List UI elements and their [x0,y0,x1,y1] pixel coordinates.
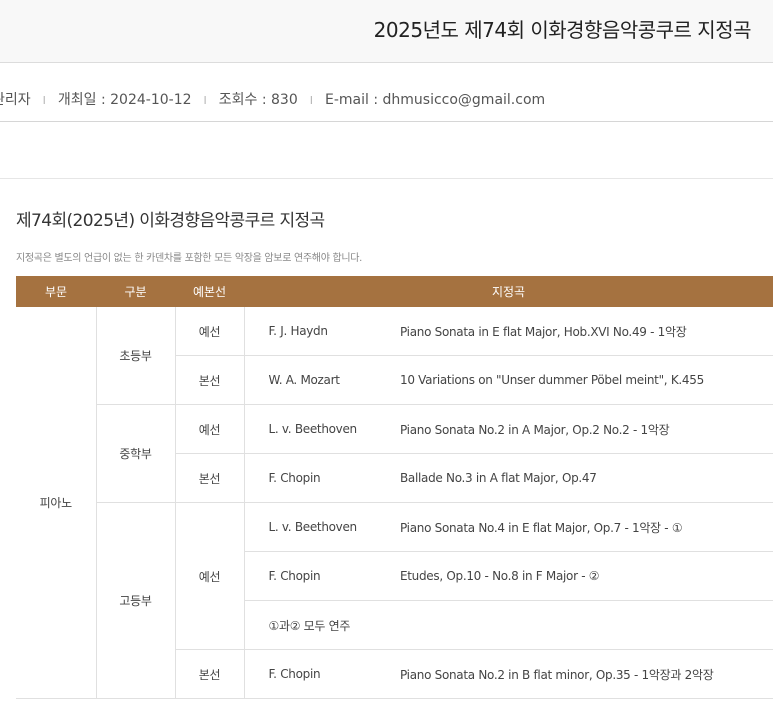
meta-author: 관리자 [0,92,31,108]
both-pieces-note: ①과② 모두 연주 [244,600,773,650]
table-header-row: 부문 구분 예본선 지정곡 [16,276,773,307]
round-cell: 본선 [175,355,245,405]
round-cell: 예선 [175,404,245,454]
page-title: 2025년도 제74회 이화경향음악콩쿠르 지정곡 [373,18,752,42]
meta-views: 조회수 : 830 [218,92,298,108]
piece-cell: Piano Sonata in E flat Major, Hob.XVI No… [394,307,773,356]
round-cell: 본선 [175,649,245,699]
composer-cell: W. A. Mozart [244,355,394,405]
meta-date: 개최일 : 2024-10-12 [57,92,192,108]
meta-separator: I [203,94,207,107]
table-row: 피아노 초등부 예선 F. J. Haydn Piano Sonata in E… [16,307,773,699]
piece-cell: Piano Sonata No.2 in B flat minor, Op.35… [394,649,773,699]
header-group: 구분 [96,276,175,307]
round-cell: 본선 [175,453,245,503]
section-title: 제74회(2025년) 이화경향음악콩쿠르 지정곡 [16,211,325,231]
header-round: 예본선 [175,276,244,307]
composer-cell: L. v. Beethoven [244,502,394,552]
piece-cell: Piano Sonata No.4 in E flat Major, Op.7 … [394,502,773,552]
composer-cell: F. J. Haydn [244,307,394,356]
meta-line: 관리자 I 개최일 : 2024-10-12 I 조회수 : 830 I E-mail : … [0,89,545,109]
group-cell: 초등부 [96,307,176,405]
piece-cell: Ballade No.3 in A flat Major, Op.47 [394,453,773,503]
composer-cell: F. Chopin [244,649,394,699]
piece-cell: 10 Variations on "Unser dummer Pöbel mei… [394,355,773,405]
meta-separator: I [42,94,46,107]
round-cell: 예선 [175,307,245,356]
group-cell: 중학부 [96,404,176,503]
table-row: 고등부 예선 L. v. Beethoven Piano Sonata No.4… [16,502,773,699]
composer-cell: L. v. Beethoven [244,404,394,454]
composer-cell: F. Chopin [244,453,394,503]
title-bar: 2025년도 제74회 이화경향음악콩쿠르 지정곡 [0,0,773,63]
header-repertoire: 지정곡 [244,276,773,307]
meta-email[interactable]: E-mail : dhmusicco@gmail.com [325,92,545,108]
meta-separator: I [309,94,313,107]
round-cell: 예선 [175,502,245,650]
division-cell: 피아노 [16,307,97,699]
repertoire-table: 부문 구분 예본선 지정곡 피아노 초등부 예선 F. J. Haydn Pia… [16,276,773,699]
memorization-note: 지정곡은 별도의 언급이 없는 한 카덴차를 포함한 모든 악장을 암보로 연주… [16,253,363,264]
piece-cell: Etudes, Op.10 - No.8 in F Major - ② [394,551,773,601]
header-division: 부문 [16,276,96,307]
composer-cell: F. Chopin [244,551,394,601]
table-row: 중학부 예선 L. v. Beethoven Piano Sonata No.2… [16,404,773,503]
piece-cell: Piano Sonata No.2 in A Major, Op.2 No.2 … [394,404,773,454]
post-meta: 관리자 I 개최일 : 2024-10-12 I 조회수 : 830 I E-mail : … [0,63,773,122]
group-cell: 고등부 [96,502,176,699]
